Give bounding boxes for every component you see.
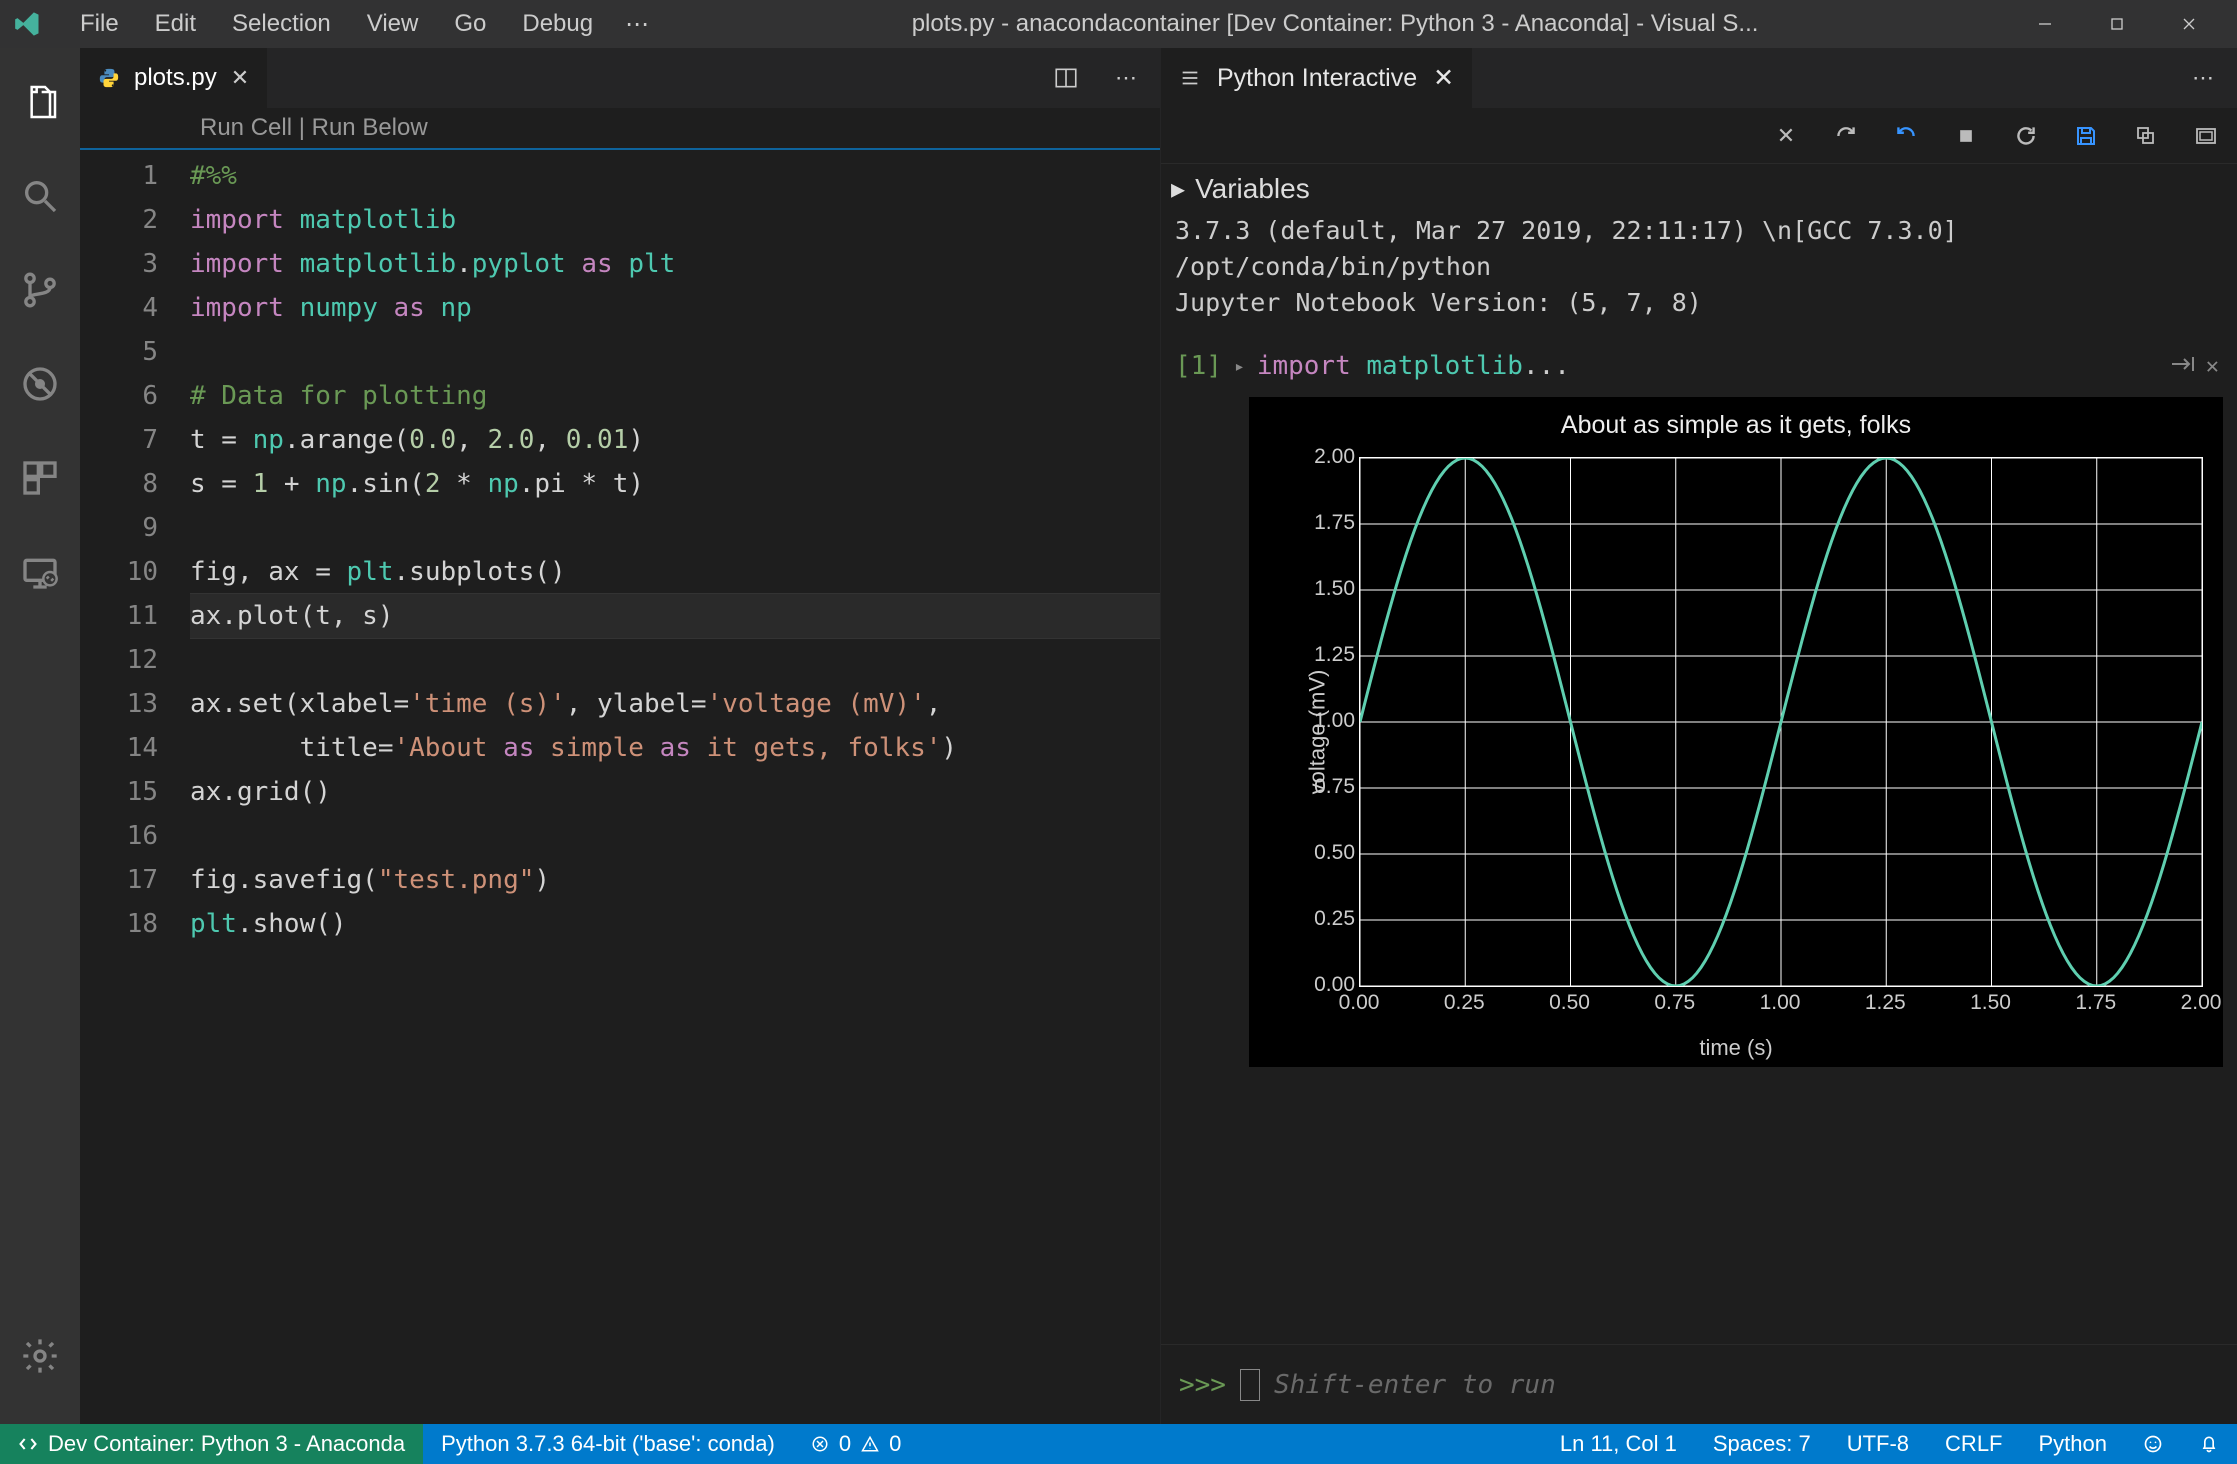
- main: plots.py ✕ ⋯ Run Cell | Run Below 123456…: [0, 48, 2237, 1424]
- close-icon[interactable]: ✕: [1433, 63, 1454, 93]
- interactive-pane: Python Interactive ✕ ⋯ ✕: [1160, 48, 2237, 1424]
- status-language[interactable]: Python: [2021, 1424, 2126, 1464]
- close-button[interactable]: [2153, 0, 2225, 48]
- plot-output: About as simple as it gets, folks voltag…: [1249, 397, 2223, 1067]
- menu-go[interactable]: Go: [438, 4, 502, 44]
- vscode-logo-icon: [12, 8, 44, 40]
- code-lens: Run Cell | Run Below: [80, 108, 1160, 150]
- editor-split: plots.py ✕ ⋯ Run Cell | Run Below 123456…: [80, 48, 2237, 1424]
- chevron-right-icon: ▸: [1234, 356, 1245, 377]
- python-file-icon: [98, 67, 120, 89]
- cell-number: [1]: [1175, 351, 1222, 381]
- tab-label: plots.py: [134, 64, 217, 92]
- more-actions-icon[interactable]: ⋯: [1106, 58, 1146, 98]
- chevron-right-icon: ▸: [1171, 172, 1185, 205]
- input-placeholder: Shift-enter to run: [1274, 1370, 1556, 1400]
- variables-label: Variables: [1195, 173, 1310, 205]
- status-cursor[interactable]: Ln 11, Col 1: [1542, 1424, 1695, 1464]
- expand-icon[interactable]: [2187, 117, 2225, 155]
- status-bar: Dev Container: Python 3 - Anaconda Pytho…: [0, 1424, 2237, 1464]
- cell-code-preview: import matplotlib...: [1257, 351, 1570, 381]
- minimize-button[interactable]: [2009, 0, 2081, 48]
- window-title: plots.py - anacondacontainer [Dev Contai…: [665, 10, 2005, 38]
- extensions-icon[interactable]: [0, 438, 80, 518]
- status-spaces[interactable]: Spaces: 7: [1695, 1424, 1829, 1464]
- status-remote[interactable]: Dev Container: Python 3 - Anaconda: [0, 1424, 423, 1464]
- menu-view[interactable]: View: [351, 4, 435, 44]
- undo-icon[interactable]: [1887, 117, 1925, 155]
- settings-gear-icon[interactable]: [0, 1316, 80, 1396]
- source-control-icon[interactable]: [0, 250, 80, 330]
- interactive-toolbar: ✕: [1161, 108, 2237, 164]
- line-number-gutter: 123456789101112131415161718: [80, 150, 190, 1424]
- titlebar: File Edit Selection View Go Debug ⋯ plot…: [0, 0, 2237, 48]
- warning-icon: [861, 1435, 879, 1453]
- explorer-icon[interactable]: [0, 62, 80, 142]
- interactive-tab-actions: ⋯: [2183, 48, 2237, 108]
- remote-explorer-icon[interactable]: [0, 532, 80, 612]
- more-actions-icon[interactable]: ⋯: [2183, 58, 2223, 98]
- list-icon: [1179, 67, 1201, 89]
- window-controls: [2009, 0, 2225, 48]
- menu-edit[interactable]: Edit: [139, 4, 212, 44]
- menu-overflow[interactable]: ⋯: [613, 4, 661, 45]
- editor-pane: plots.py ✕ ⋯ Run Cell | Run Below 123456…: [80, 48, 1160, 1424]
- code-editor[interactable]: 123456789101112131415161718 #%%import ma…: [80, 150, 1160, 1424]
- save-icon[interactable]: [2067, 117, 2105, 155]
- kernel-info: 3.7.3 (default, Mar 27 2019, 22:11:17) \…: [1161, 213, 2237, 331]
- remove-cell-icon[interactable]: ✕: [1767, 117, 1805, 155]
- input-cursor: [1240, 1369, 1260, 1401]
- status-feedback-icon[interactable]: [2125, 1424, 2181, 1464]
- cell-actions: ✕: [2170, 354, 2223, 379]
- debug-icon[interactable]: [0, 344, 80, 424]
- plot-xticks: 0.000.250.500.751.001.251.501.752.00: [1359, 991, 2203, 1019]
- editor-tabbar: plots.py ✕ ⋯: [80, 48, 1160, 108]
- interrupt-icon[interactable]: [1947, 117, 1985, 155]
- maximize-button[interactable]: [2081, 0, 2153, 48]
- plot-axes: [1359, 457, 2203, 987]
- plot-xlabel: time (s): [1249, 1035, 2223, 1061]
- split-editor-icon[interactable]: [1046, 58, 1086, 98]
- status-encoding[interactable]: UTF-8: [1829, 1424, 1927, 1464]
- tab-plots-py[interactable]: plots.py ✕: [80, 48, 268, 108]
- redo-icon[interactable]: [1827, 117, 1865, 155]
- goto-code-icon[interactable]: [2170, 354, 2196, 379]
- code-content[interactable]: #%%import matplotlibimport matplotlib.py…: [190, 150, 1160, 1424]
- delete-cell-icon[interactable]: ✕: [2206, 354, 2219, 379]
- status-interpreter[interactable]: Python 3.7.3 64-bit ('base': conda): [423, 1424, 793, 1464]
- menu-selection[interactable]: Selection: [216, 4, 347, 44]
- plot-title: About as simple as it gets, folks: [1249, 411, 2223, 440]
- tab-label: Python Interactive: [1217, 64, 1417, 93]
- status-notifications-icon[interactable]: [2181, 1424, 2237, 1464]
- activity-bar: [0, 48, 80, 1424]
- plot-yticks: 0.000.250.500.751.001.251.501.752.00: [1299, 457, 1355, 987]
- interactive-tabbar: Python Interactive ✕ ⋯: [1161, 48, 2237, 108]
- cell-output-header[interactable]: [1] ▸ import matplotlib... ✕: [1161, 331, 2237, 385]
- menu-file[interactable]: File: [64, 4, 135, 44]
- codelens-run-below[interactable]: Run Below: [312, 114, 428, 141]
- tab-python-interactive[interactable]: Python Interactive ✕: [1161, 48, 1473, 108]
- restart-icon[interactable]: [2007, 117, 2045, 155]
- prompt-label: >>>: [1179, 1370, 1226, 1400]
- status-problems[interactable]: 0 0: [793, 1424, 920, 1464]
- search-icon[interactable]: [0, 156, 80, 236]
- status-eol[interactable]: CRLF: [1927, 1424, 2020, 1464]
- export-icon[interactable]: [2127, 117, 2165, 155]
- codelens-run-cell[interactable]: Run Cell: [200, 114, 292, 141]
- menu-debug[interactable]: Debug: [506, 4, 609, 44]
- interactive-input[interactable]: >>> Shift-enter to run: [1161, 1344, 2237, 1424]
- variables-section[interactable]: ▸ Variables: [1161, 164, 2237, 213]
- close-icon[interactable]: ✕: [231, 65, 249, 91]
- error-icon: [811, 1435, 829, 1453]
- editor-tab-actions: ⋯: [1046, 48, 1160, 108]
